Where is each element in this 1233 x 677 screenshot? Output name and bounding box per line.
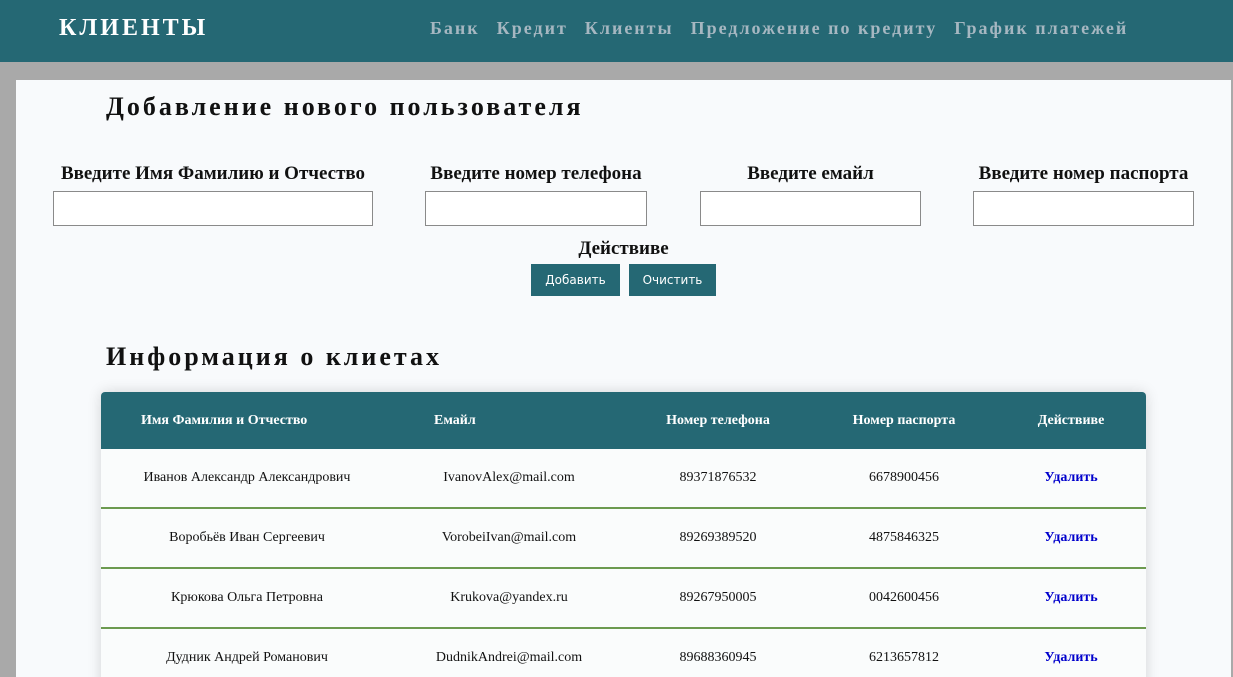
nav-link-credit[interactable]: Кредит [497,18,568,39]
add-button[interactable]: Добавить [531,264,620,296]
page-brand: КЛИЕНТЫ [59,15,209,41]
cell-name: Воробьёв Иван Сергеевич [169,530,325,545]
name-field-label: Введите Имя Фамилию и Отчество [60,163,366,184]
content-panel: Добавление нового пользователя Введите И… [16,80,1231,677]
cell-phone: 89688360945 [679,650,757,665]
nav-link-payment-schedule[interactable]: График платежей [954,18,1128,39]
table-row: Воробьёв Иван Сергеевич VorobeiIvan@mail… [101,509,1146,569]
table-row: Крюкова Ольга Петровна Krukova@yandex.ru… [101,569,1146,629]
cell-passport: 6213657812 [869,650,939,665]
phone-field-label: Введите номер телефона [430,163,642,184]
column-header-passport: Номер паспорта [852,413,956,428]
passport-input[interactable] [973,191,1194,226]
cell-name: Крюкова Ольга Петровна [171,590,323,605]
phone-field-group: Введите номер телефона [425,162,647,226]
cell-email: VorobeiIvan@mail.com [441,530,577,545]
column-header-phone: Номер телефона [666,413,770,428]
email-field-group: Введите емайл [700,162,921,226]
cell-phone: 89267950005 [679,590,757,605]
cell-email: DudnikAndrei@mail.com [435,650,583,665]
cell-passport: 0042600456 [869,590,939,605]
main-nav: Банк Кредит Клиенты Предложение по креди… [430,18,1128,39]
phone-input[interactable] [425,191,647,226]
delete-link[interactable]: Удалить [1011,509,1131,567]
clear-button[interactable]: Очистить [629,264,716,296]
cell-name: Дудник Андрей Романович [166,650,328,665]
cell-phone: 89269389520 [679,530,757,545]
nav-link-clients[interactable]: Клиенты [585,18,674,39]
nav-link-bank[interactable]: Банк [430,18,480,39]
email-input[interactable] [700,191,921,226]
delete-link[interactable]: Удалить [1011,449,1131,507]
action-label: Действиве [578,238,669,259]
top-header: КЛИЕНТЫ Банк Кредит Клиенты Предложение … [0,0,1233,62]
cell-email: Krukova@yandex.ru [450,590,568,605]
cell-passport: 4875846325 [869,530,939,545]
form-title: Добавление нового пользователя [106,92,584,121]
table-row: Дудник Андрей Романович DudnikAndrei@mai… [101,629,1146,677]
name-field-group: Введите Имя Фамилию и Отчество [53,162,373,226]
cell-phone: 89371876532 [679,470,757,485]
delete-link[interactable]: Удалить [1011,629,1131,677]
cell-passport: 6678900456 [869,470,939,485]
cell-name: Иванов Александр Александрович [143,470,351,485]
table-row: Иванов Александр Александрович IvanovAle… [101,449,1146,509]
column-header-action: Действиве [1037,413,1105,428]
delete-link[interactable]: Удалить [1011,569,1131,627]
column-header-name: Имя Фамилия и Отчество [141,413,308,428]
cell-email: IvanovAlex@mail.com [443,470,575,485]
passport-field-group: Введите номер паспорта [973,162,1194,226]
table-title: Информация о клиетах [106,342,442,371]
email-field-label: Введите емайл [747,163,874,184]
passport-field-label: Введите номер паспорта [978,163,1189,184]
table-header: Имя Фамилия и Отчество Емайл Номер телеф… [101,392,1146,449]
clients-table: Имя Фамилия и Отчество Емайл Номер телеф… [101,392,1146,677]
name-input[interactable] [53,191,373,226]
column-header-email: Емайл [434,413,476,428]
nav-link-credit-offer[interactable]: Предложение по кредиту [691,18,938,39]
